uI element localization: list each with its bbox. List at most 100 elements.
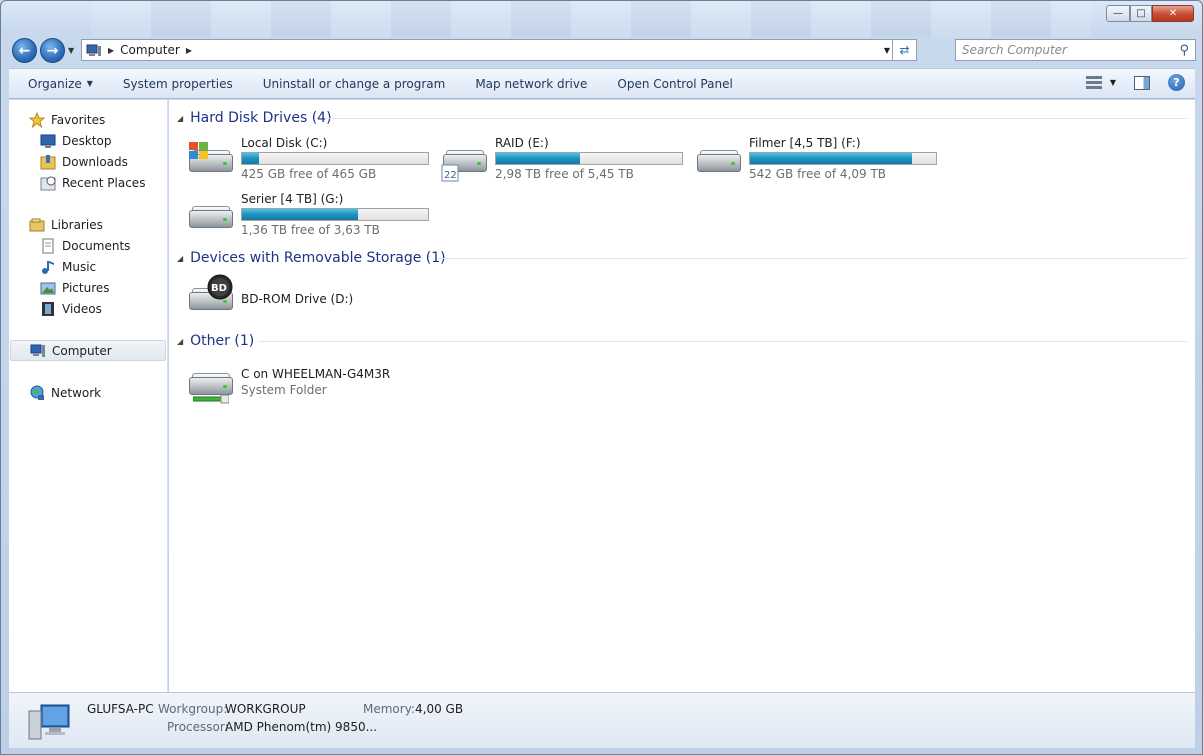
sidebar-item-pictures[interactable]: Pictures <box>9 277 167 298</box>
sidebar-item-label: Computer <box>52 343 112 358</box>
chevron-down-icon: ▼ <box>86 79 93 88</box>
address-dropdown[interactable]: ▼ <box>884 46 890 55</box>
drive-name: RAID (E:) <box>495 136 549 150</box>
help-icon[interactable]: ? <box>1168 74 1185 91</box>
sidebar-item-label: Desktop <box>62 133 112 148</box>
sidebar-item-label: Favorites <box>51 112 106 127</box>
sidebar-item-recent-places[interactable]: Recent Places <box>9 172 167 193</box>
sidebar-item-music[interactable]: Music <box>9 256 167 277</box>
recent-pages-dropdown[interactable]: ▼ <box>68 46 74 55</box>
downloads-folder-icon <box>40 154 56 170</box>
sidebar-item-network[interactable]: Network <box>9 382 167 403</box>
close-button[interactable]: ✕ <box>1152 5 1194 22</box>
star-icon <box>28 111 46 128</box>
drive-item-g[interactable]: Serier [4 TB] (G:) 1,36 TB free of 3,63 … <box>187 192 439 242</box>
sidebar-item-label: Network <box>51 385 102 400</box>
back-button[interactable]: ← <box>12 38 37 63</box>
libraries-icon <box>29 217 45 233</box>
sidebar-item-label: Pictures <box>62 280 110 295</box>
view-controls: ▼ ? <box>1085 74 1185 91</box>
drive-item-f[interactable]: Filmer [4,5 TB] (F:) 542 GB free of 4,09… <box>695 136 947 186</box>
uninstall-program-button[interactable]: Uninstall or change a program <box>248 68 461 99</box>
maximize-button[interactable]: □ <box>1130 5 1152 22</box>
forward-button[interactable]: → <box>40 38 65 63</box>
search-icon[interactable]: ⚲ <box>1179 43 1189 58</box>
window-controls: — □ ✕ <box>1106 5 1194 22</box>
windows-drive-icon <box>187 136 235 184</box>
pc-name: GLUFSA-PC <box>87 702 154 716</box>
processor-label: Processor: <box>167 720 229 734</box>
group-divider <box>259 341 1187 342</box>
desktop-icon <box>40 133 56 149</box>
sidebar-item-downloads[interactable]: Downloads <box>9 151 167 172</box>
drive-usage-bar <box>241 152 429 165</box>
search-box: ⚲ <box>955 39 1196 61</box>
change-view-button[interactable]: ▼ <box>1085 75 1116 91</box>
sidebar-item-label: Documents <box>62 238 131 253</box>
drive-name: Filmer [4,5 TB] (F:) <box>749 136 861 150</box>
drive-name: Local Disk (C:) <box>241 136 328 150</box>
content-pane: ◢ Hard Disk Drives (4) Local Disk (C:) 4… <box>169 100 1195 692</box>
memory-label: Memory: <box>363 702 415 716</box>
address-bar[interactable]: ▶ Computer ▶ ▼ ⇄ <box>81 39 917 61</box>
sidebar-item-desktop[interactable]: Desktop <box>9 130 167 151</box>
open-control-panel-button[interactable]: Open Control Panel <box>602 68 747 99</box>
minimize-button[interactable]: — <box>1106 5 1130 22</box>
group-divider <box>437 258 1187 259</box>
sidebar-item-label: Recent Places <box>62 175 146 190</box>
address-row: ← → ▼ ▶ Computer ▶ ▼ ⇄ ⚲ <box>9 37 1196 63</box>
sidebar-item-computer[interactable]: Computer <box>10 340 166 361</box>
sidebar-item-favorites[interactable]: Favorites <box>9 109 167 130</box>
drive-item-c[interactable]: Local Disk (C:) 425 GB free of 465 GB <box>187 136 439 186</box>
sidebar-item-videos[interactable]: Videos <box>9 298 167 319</box>
computer-icon <box>27 701 71 741</box>
bd-rom-drive-icon: BD <box>187 274 235 322</box>
group-divider <box>325 118 1187 119</box>
group-header-other[interactable]: ◢ Other (1) <box>177 331 1187 351</box>
hard-drive-icon <box>695 136 743 184</box>
svg-text:22: 22 <box>444 170 457 181</box>
raid-drive-icon: 22 <box>441 136 489 184</box>
network-location-item[interactable]: C on WHEELMAN-G4M3R System Folder <box>187 367 439 417</box>
refresh-button[interactable]: ⇄ <box>892 39 916 61</box>
location-name: C on WHEELMAN-G4M3R <box>241 367 391 381</box>
group-title: Hard Disk Drives (4) <box>190 110 332 126</box>
sidebar-item-documents[interactable]: Documents <box>9 235 167 256</box>
map-network-drive-button[interactable]: Map network drive <box>460 68 602 99</box>
preview-pane-icon[interactable] <box>1134 75 1150 90</box>
system-properties-button[interactable]: System properties <box>108 68 248 99</box>
organize-button[interactable]: Organize ▼ <box>9 68 108 99</box>
computer-icon <box>30 343 46 359</box>
sidebar-item-label: Downloads <box>62 154 128 169</box>
memory-value: 4,00 GB <box>415 702 464 716</box>
documents-icon <box>40 238 56 254</box>
collapse-triangle-icon[interactable]: ◢ <box>177 337 183 346</box>
explorer-window: — □ ✕ ← → ▼ ▶ Computer ▶ ▼ ⇄ ⚲ Organize … <box>0 0 1203 755</box>
sidebar-item-libraries[interactable]: Libraries <box>9 214 167 235</box>
computer-icon <box>86 44 102 57</box>
search-input[interactable] <box>956 43 1166 57</box>
drive-free-space: 542 GB free of 4,09 TB <box>749 167 887 181</box>
breadcrumb-computer[interactable]: Computer <box>120 43 180 57</box>
views-icon <box>1085 75 1102 91</box>
breadcrumb-arrow-icon[interactable]: ▶ <box>186 46 192 55</box>
navigation-pane: Favorites Desktop Downloads Recent Place… <box>9 100 168 692</box>
sidebar-item-label: Libraries <box>51 217 103 232</box>
breadcrumb-arrow-icon[interactable]: ▶ <box>108 46 114 55</box>
drive-item-d[interactable]: BD BD-ROM Drive (D:) <box>187 274 439 324</box>
group-header-hard-disk-drives[interactable]: ◢ Hard Disk Drives (4) <box>177 108 1187 128</box>
group-title: Other (1) <box>190 333 255 349</box>
drive-item-e[interactable]: 22 RAID (E:) 2,98 TB free of 5,45 TB <box>441 136 693 186</box>
network-globe-icon <box>29 385 45 401</box>
drive-usage-bar <box>495 152 683 165</box>
collapse-triangle-icon[interactable]: ◢ <box>177 254 183 263</box>
collapse-triangle-icon[interactable]: ◢ <box>177 114 183 123</box>
recent-places-icon <box>40 175 56 191</box>
group-header-removable-storage[interactable]: ◢ Devices with Removable Storage (1) <box>177 248 1187 268</box>
processor-value: AMD Phenom(tm) 9850... <box>225 720 378 734</box>
drive-free-space: 2,98 TB free of 5,45 TB <box>495 167 634 181</box>
chevron-down-icon: ▼ <box>1109 78 1116 87</box>
bd-badge: BD <box>211 283 227 294</box>
drive-name: Serier [4 TB] (G:) <box>241 192 344 206</box>
sidebar-item-label: Music <box>62 259 97 274</box>
